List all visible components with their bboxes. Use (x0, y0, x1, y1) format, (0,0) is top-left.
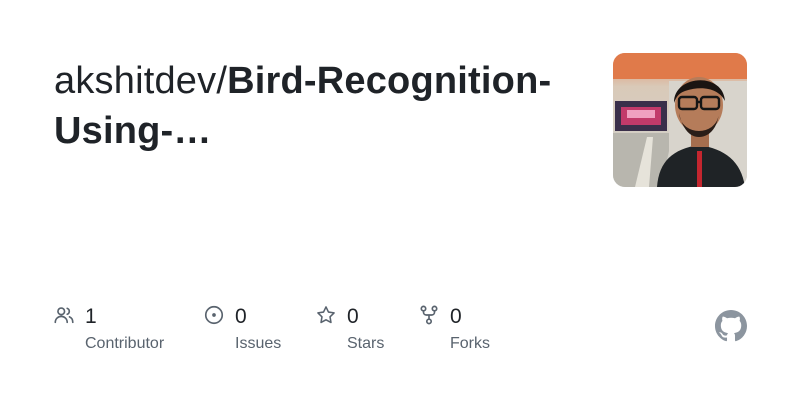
github-logo-icon[interactable] (715, 310, 747, 342)
repository-social-card: akshitdev/Bird-Recognition-Using-… 1 Con… (0, 0, 800, 400)
people-icon (54, 307, 74, 324)
stars-count: 0 (347, 305, 359, 328)
avatar[interactable] (613, 53, 747, 187)
star-icon (317, 306, 335, 324)
repository-title: akshitdev/Bird-Recognition-Using-… (54, 56, 584, 156)
stars-label: Stars (347, 335, 385, 352)
contributors-count: 1 (85, 305, 97, 328)
contributors-label: Contributor (85, 335, 165, 352)
fork-icon (420, 305, 438, 325)
forks-count: 0 (450, 305, 462, 328)
repository-stats: 1 Contributor 0 Issues 0 Stars 0 Forks (0, 302, 800, 362)
issue-opened-icon (204, 305, 224, 325)
forks-label: Forks (450, 335, 490, 352)
issues-count: 0 (235, 305, 247, 328)
avatar-image (613, 53, 747, 187)
issues-label: Issues (235, 335, 282, 352)
repository-owner[interactable]: akshitdev/ (54, 60, 227, 102)
